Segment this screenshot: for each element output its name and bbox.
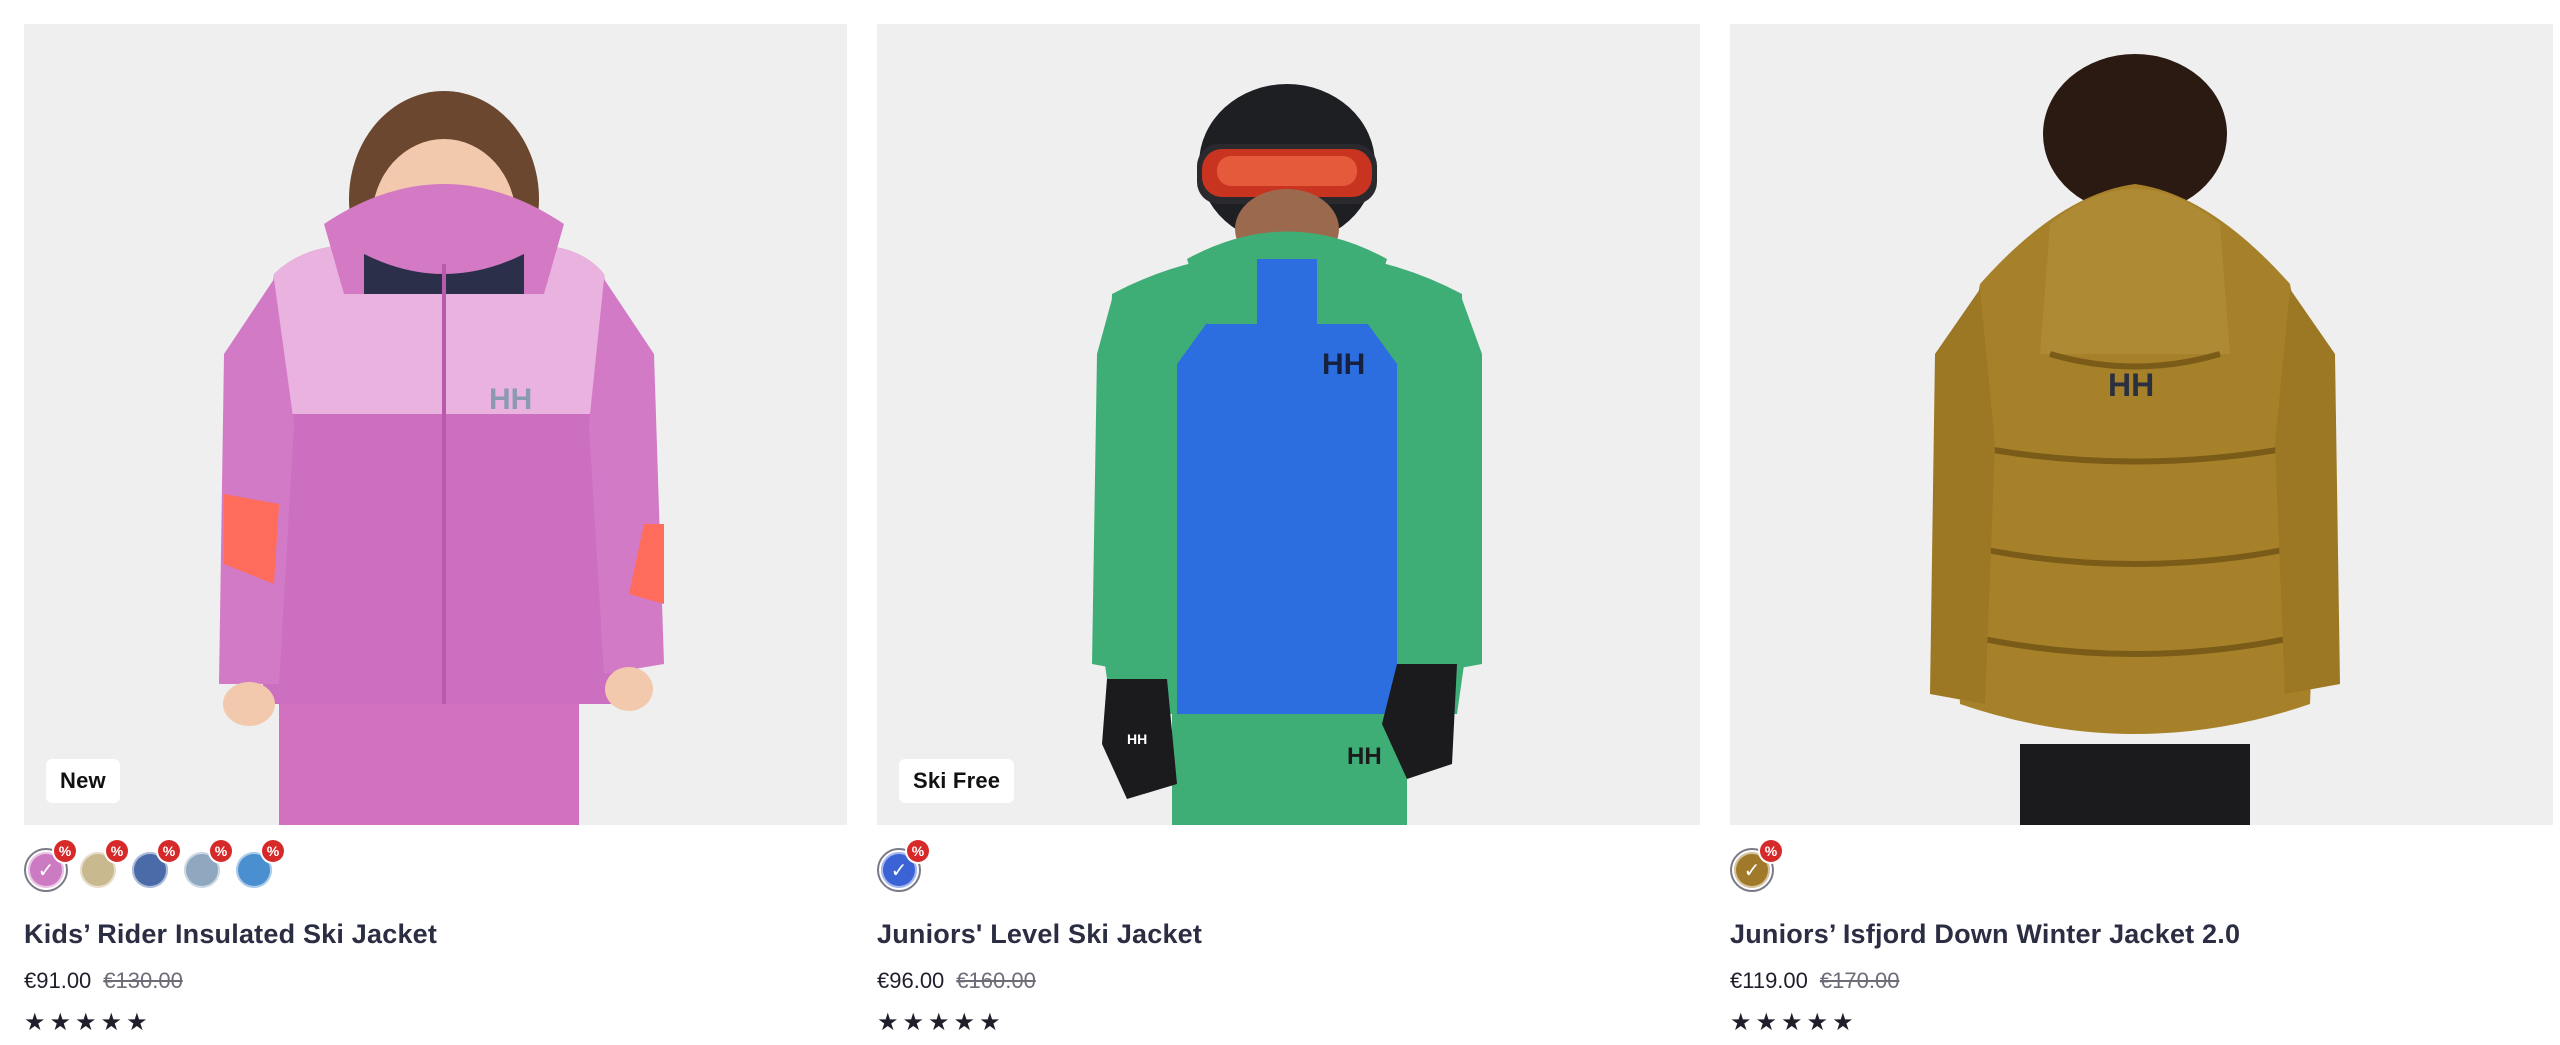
color-swatch[interactable]: %: [236, 840, 284, 888]
discount-icon: %: [907, 840, 929, 862]
color-swatch[interactable]: %: [132, 840, 180, 888]
rating-stars[interactable]: ★★★★★: [877, 1008, 1700, 1037]
kid-pink-jacket-illustration: HH: [219, 91, 664, 825]
color-swatches: ✓ %: [1730, 840, 2553, 892]
svg-text:HH: HH: [1127, 731, 1147, 747]
color-swatch[interactable]: ✓ %: [1730, 840, 1782, 892]
sale-price: €119.00: [1730, 968, 1808, 993]
product-name[interactable]: Juniors’ Isfjord Down Winter Jacket 2.0: [1730, 919, 2553, 950]
product-badge: Ski Free: [899, 759, 1015, 803]
discount-icon: %: [106, 840, 128, 862]
original-price: €170.00: [1819, 968, 1900, 993]
color-swatch[interactable]: %: [80, 840, 128, 888]
kid-down-jacket-back-illustration: HH: [1930, 54, 2340, 825]
product-card[interactable]: HH HH HH Ski Free ✓ % Juniors' Level Ski…: [877, 24, 1700, 1037]
product-name[interactable]: Kids’ Rider Insulated Ski Jacket: [24, 919, 847, 950]
rating-stars[interactable]: ★★★★★: [24, 1008, 847, 1037]
color-swatch[interactable]: ✓ %: [24, 840, 76, 892]
product-card[interactable]: HH ✓ % Juniors’ Isfjord Down Winter Jack…: [1730, 24, 2553, 1037]
color-swatches: ✓ % % % % %: [24, 840, 847, 892]
rating-stars[interactable]: ★★★★★: [1730, 1008, 2553, 1037]
product-grid: HH New ✓ % % % % % Kids’ Rider Insulated…: [24, 24, 2553, 1037]
sale-price: €96.00: [877, 968, 945, 993]
product-name[interactable]: Juniors' Level Ski Jacket: [877, 919, 1700, 950]
color-swatches: ✓ %: [877, 840, 1700, 892]
svg-text:HH: HH: [489, 383, 532, 416]
price-row: €119.00 €170.00: [1730, 968, 2553, 994]
color-swatch[interactable]: ✓ %: [877, 840, 929, 892]
product-image[interactable]: HH New: [24, 24, 847, 825]
color-swatch[interactable]: %: [184, 840, 232, 888]
svg-text:HH: HH: [1347, 743, 1382, 770]
svg-text:HH: HH: [1322, 348, 1365, 381]
product-card[interactable]: HH New ✓ % % % % % Kids’ Rider Insulated…: [24, 24, 847, 1037]
original-price: €130.00: [103, 968, 183, 993]
discount-icon: %: [54, 840, 76, 862]
discount-icon: %: [262, 840, 284, 862]
kid-green-blue-jacket-illustration: HH HH HH: [1092, 84, 1482, 825]
discount-icon: %: [158, 840, 180, 862]
discount-icon: %: [210, 840, 232, 862]
product-badge: New: [46, 759, 120, 803]
svg-text:HH: HH: [2108, 367, 2154, 403]
price-row: €96.00 €160.00: [877, 968, 1700, 994]
price-row: €91.00 €130.00: [24, 968, 847, 994]
original-price: €160.00: [956, 968, 1036, 993]
product-image[interactable]: HH HH HH Ski Free: [877, 24, 1700, 825]
product-image[interactable]: HH: [1730, 24, 2553, 825]
discount-icon: %: [1760, 840, 1782, 862]
sale-price: €91.00: [24, 968, 92, 993]
